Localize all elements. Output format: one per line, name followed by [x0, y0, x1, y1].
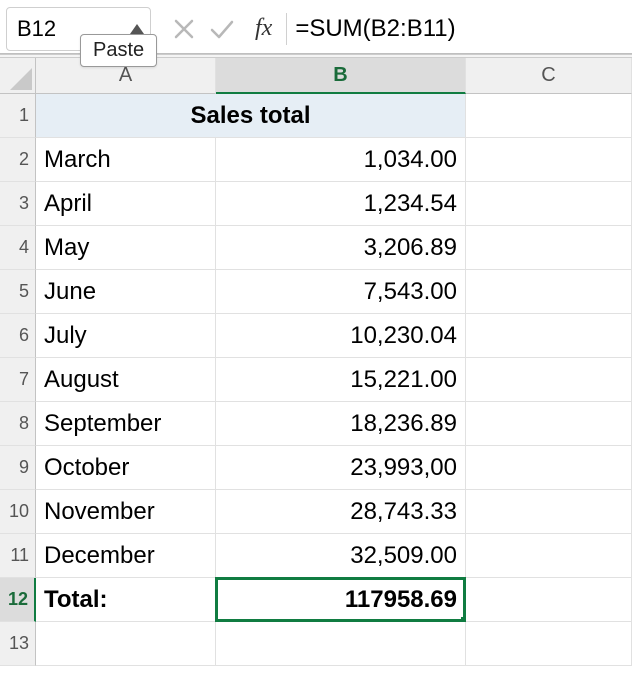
formula-bar: B12 Paste fx =SUM(B2:B11) [0, 0, 632, 54]
cell-c7[interactable] [466, 358, 632, 402]
cell-c9[interactable] [466, 446, 632, 490]
cell-b10[interactable]: 28,743.33 [216, 490, 466, 534]
cell-a11[interactable]: December [36, 534, 216, 578]
row-header-7[interactable]: 7 [0, 358, 36, 402]
row-2: March 1,034.00 [36, 138, 632, 182]
cell-b7[interactable]: 15,221.00 [216, 358, 466, 402]
cell-a13[interactable] [36, 622, 216, 666]
cell-b4[interactable]: 3,206.89 [216, 226, 466, 270]
cell-b2[interactable]: 1,034.00 [216, 138, 466, 182]
cell-c2[interactable] [466, 138, 632, 182]
cell-a3[interactable]: April [36, 182, 216, 226]
row-9: October 23,993,00 [36, 446, 632, 490]
row-10: November 28,743.33 [36, 490, 632, 534]
cell-b6[interactable]: 10,230.04 [216, 314, 466, 358]
cell-c12[interactable] [466, 578, 632, 622]
row-header-3[interactable]: 3 [0, 182, 36, 226]
row-8: September 18,236.89 [36, 402, 632, 446]
divider [286, 13, 287, 45]
cell-a2[interactable]: March [36, 138, 216, 182]
row-header-6[interactable]: 6 [0, 314, 36, 358]
col-header-b[interactable]: B [216, 58, 466, 94]
row-header-9[interactable]: 9 [0, 446, 36, 490]
row-header-2[interactable]: 2 [0, 138, 36, 182]
row-4: May 3,206.89 [36, 226, 632, 270]
select-all-corner[interactable] [0, 58, 36, 94]
row-header-10[interactable]: 10 [0, 490, 36, 534]
cell-a4[interactable]: May [36, 226, 216, 270]
cell-c10[interactable] [466, 490, 632, 534]
cell-c4[interactable] [466, 226, 632, 270]
cell-a12[interactable]: Total: [36, 578, 216, 622]
name-box-dropdown-icon[interactable] [130, 24, 144, 34]
paste-tooltip: Paste [80, 34, 157, 67]
row-12: Total: 117958.69 [36, 578, 632, 622]
cell-c3[interactable] [466, 182, 632, 226]
col-header-c[interactable]: C [466, 58, 632, 94]
grid: A B C Sales total March 1,034.00 April 1… [36, 58, 632, 666]
row-11: December 32,509.00 [36, 534, 632, 578]
row-5: June 7,543.00 [36, 270, 632, 314]
cell-c13[interactable] [466, 622, 632, 666]
cell-a7[interactable]: August [36, 358, 216, 402]
fx-label[interactable]: fx [255, 15, 272, 42]
row-3: April 1,234.54 [36, 182, 632, 226]
row-header-11[interactable]: 11 [0, 534, 36, 578]
cell-b13[interactable] [216, 622, 466, 666]
row-header-1[interactable]: 1 [0, 94, 36, 138]
cell-b5[interactable]: 7,543.00 [216, 270, 466, 314]
row-13 [36, 622, 632, 666]
row-1: Sales total [36, 94, 632, 138]
cell-c1[interactable] [466, 94, 632, 138]
row-header-5[interactable]: 5 [0, 270, 36, 314]
cell-b3[interactable]: 1,234.54 [216, 182, 466, 226]
row-6: July 10,230.04 [36, 314, 632, 358]
cell-a10[interactable]: November [36, 490, 216, 534]
cell-a1-b1[interactable]: Sales total [36, 94, 466, 138]
row-header-8[interactable]: 8 [0, 402, 36, 446]
cell-a6[interactable]: July [36, 314, 216, 358]
spreadsheet: 1 2 3 4 5 6 7 8 9 10 11 12 13 A B C Sale… [0, 58, 632, 666]
row-header-13[interactable]: 13 [0, 622, 36, 666]
cell-b12-value: 117958.69 [345, 586, 457, 614]
cell-a8[interactable]: September [36, 402, 216, 446]
row-header-12[interactable]: 12 [0, 578, 36, 622]
cell-b9[interactable]: 23,993,00 [216, 446, 466, 490]
cell-b8[interactable]: 18,236.89 [216, 402, 466, 446]
cell-reference: B12 [17, 16, 56, 42]
formula-input[interactable]: =SUM(B2:B11) [295, 15, 632, 43]
cell-b12[interactable]: 117958.69 [216, 578, 466, 622]
row-header-gutter: 1 2 3 4 5 6 7 8 9 10 11 12 13 [0, 58, 36, 666]
confirm-icon[interactable] [209, 18, 235, 40]
cell-c11[interactable] [466, 534, 632, 578]
cell-c5[interactable] [466, 270, 632, 314]
row-header-4[interactable]: 4 [0, 226, 36, 270]
cancel-icon[interactable] [173, 18, 195, 40]
cell-a5[interactable]: June [36, 270, 216, 314]
formula-bar-actions [173, 18, 235, 40]
cell-a9[interactable]: October [36, 446, 216, 490]
cell-c8[interactable] [466, 402, 632, 446]
cell-c6[interactable] [466, 314, 632, 358]
row-7: August 15,221.00 [36, 358, 632, 402]
cell-b11[interactable]: 32,509.00 [216, 534, 466, 578]
